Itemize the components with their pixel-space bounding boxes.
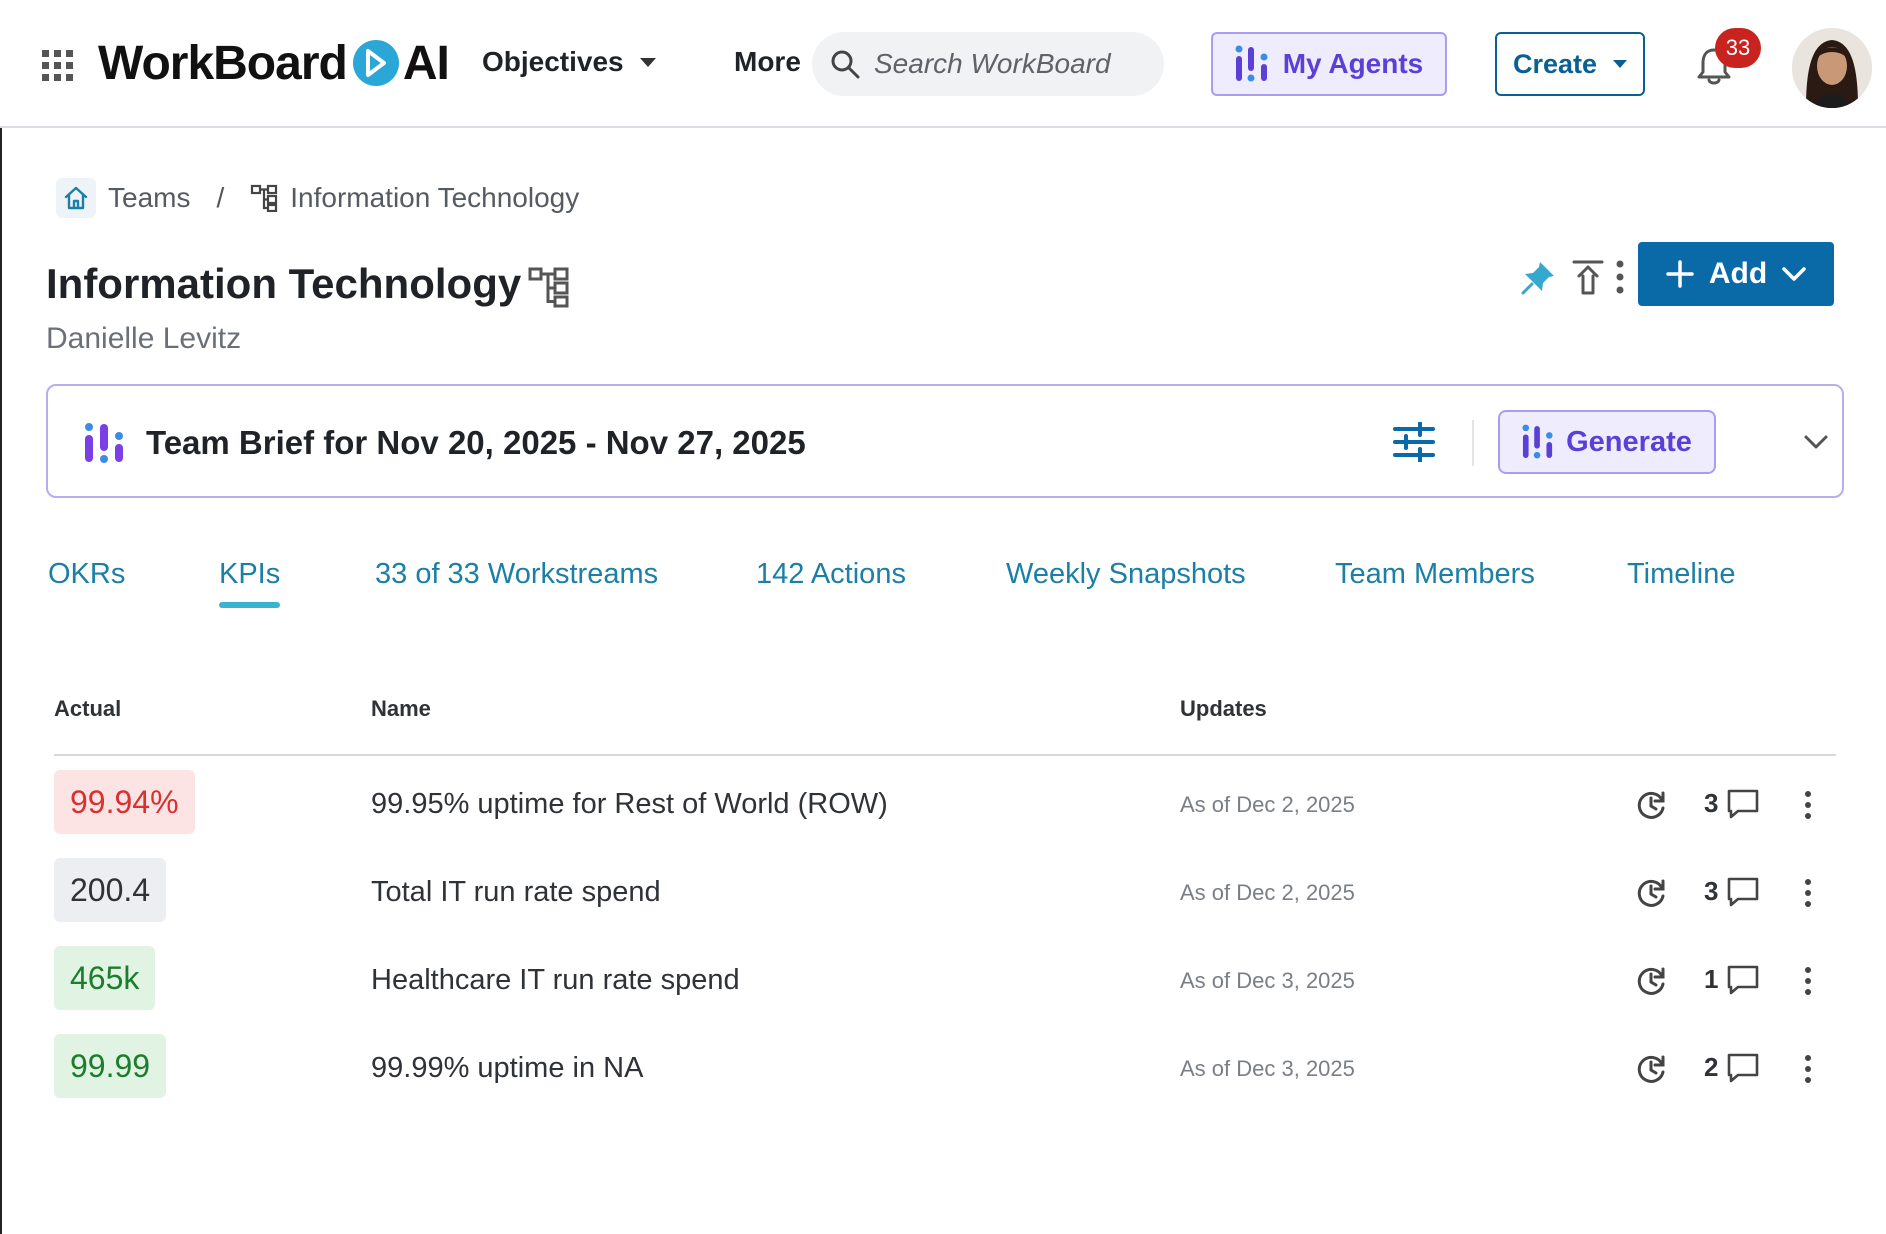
breadcrumb-current: Information Technology: [290, 182, 580, 213]
kpi-comment-count: 2: [1704, 1052, 1719, 1082]
generate-label: Generate: [1566, 425, 1692, 458]
logo-brand-text: WorkBoard: [98, 36, 348, 90]
caret-down-icon: [1613, 60, 1628, 68]
workboard-logo[interactable]: WorkBoard AI: [98, 34, 450, 92]
kpi-updated-date: As of Dec 2, 2025: [1180, 792, 1355, 817]
column-header-actual[interactable]: Actual: [54, 696, 121, 722]
kpi-updated-date: As of Dec 3, 2025: [1180, 1056, 1355, 1081]
chevron-down-icon[interactable]: [1802, 428, 1830, 456]
kpi-name[interactable]: 99.95% uptime for Rest of World (ROW): [371, 788, 888, 821]
row-more-options-icon[interactable]: [1800, 874, 1816, 912]
breadcrumb-separator: /: [216, 182, 225, 213]
kpi-row: 465k Healthcare IT run rate spend As of …: [54, 932, 1836, 1020]
org-tree-icon: [251, 184, 278, 212]
pin-icon[interactable]: [1518, 258, 1558, 298]
agent-bars-icon: [1235, 45, 1268, 82]
avatar-portrait-icon: [1792, 28, 1872, 108]
plus-icon: [1666, 260, 1694, 288]
tab-kpis[interactable]: KPIs: [219, 558, 281, 608]
upload-icon[interactable]: [1570, 258, 1606, 296]
kpi-name[interactable]: Healthcare IT run rate spend: [371, 964, 740, 997]
team-brief-title: Team Brief for Nov 20, 2025 - Nov 27, 20…: [146, 424, 806, 461]
kpi-comment-count: 3: [1704, 788, 1719, 818]
tab-timeline[interactable]: Timeline: [1627, 558, 1736, 591]
kpi-actual-value[interactable]: 99.99: [54, 1034, 167, 1098]
comment-icon[interactable]: [1726, 964, 1760, 996]
org-chart-icon[interactable]: [528, 266, 570, 308]
tab-weekly-snapshots[interactable]: Weekly Snapshots: [1006, 558, 1246, 591]
kpi-actual-value[interactable]: 465k: [54, 946, 156, 1010]
kpi-updated-date: As of Dec 2, 2025: [1180, 880, 1355, 905]
history-icon[interactable]: [1634, 964, 1668, 998]
kpi-row: 99.99 99.99% uptime in NA As of Dec 3, 2…: [54, 1020, 1836, 1108]
brief-divider: [1472, 420, 1474, 466]
comment-icon[interactable]: [1726, 788, 1760, 820]
create-label: Create: [1512, 48, 1598, 79]
app-grid-icon[interactable]: [42, 50, 74, 82]
team-brief-panel: Team Brief for Nov 20, 2025 - Nov 27, 20…: [46, 384, 1844, 498]
tab-workstreams[interactable]: 33 of 33 Workstreams: [375, 558, 658, 591]
kpi-updated-date: As of Dec 3, 2025: [1180, 968, 1355, 993]
generate-button[interactable]: Generate: [1498, 410, 1716, 474]
user-avatar[interactable]: [1792, 28, 1872, 108]
more-options-icon[interactable]: [1612, 258, 1628, 296]
row-more-options-icon[interactable]: [1800, 1050, 1816, 1088]
notification-count-badge: 33: [1715, 28, 1761, 68]
logo-ai-text: AI: [402, 36, 450, 90]
top-navigation-bar: WorkBoard AI Objectives More My Agents C…: [0, 0, 1886, 128]
history-icon[interactable]: [1634, 1052, 1668, 1086]
tab-okrs[interactable]: OKRs: [48, 558, 125, 591]
kpi-row: 200.4 Total IT run rate spend As of Dec …: [54, 844, 1836, 932]
kpi-name[interactable]: 99.99% uptime in NA: [371, 1052, 643, 1085]
kpi-comment-count: 3: [1704, 876, 1719, 906]
column-header-updates[interactable]: Updates: [1180, 696, 1267, 722]
kpi-actual-value[interactable]: 99.94%: [54, 770, 195, 834]
column-header-name[interactable]: Name: [371, 696, 431, 722]
agent-bars-icon: [85, 423, 123, 463]
kpi-row: 99.94% 99.95% uptime for Rest of World (…: [54, 756, 1836, 844]
history-icon[interactable]: [1634, 876, 1668, 910]
tab-actions[interactable]: 142 Actions: [756, 558, 906, 591]
row-more-options-icon[interactable]: [1800, 962, 1816, 1000]
team-owner-name: Danielle Levitz: [46, 322, 242, 355]
page-title: Information Technology: [46, 260, 522, 307]
my-agents-button[interactable]: My Agents: [1211, 32, 1447, 96]
search-icon: [831, 50, 860, 79]
kpi-name[interactable]: Total IT run rate spend: [371, 876, 661, 909]
home-icon: [64, 186, 88, 210]
create-button[interactable]: Create: [1495, 32, 1645, 96]
search-input[interactable]: [874, 48, 1144, 80]
row-more-options-icon[interactable]: [1800, 786, 1816, 824]
sliders-icon[interactable]: [1392, 422, 1436, 462]
nav-more-menu[interactable]: More: [734, 46, 801, 78]
tab-team-members[interactable]: Team Members: [1335, 558, 1535, 591]
my-agents-label: My Agents: [1282, 48, 1424, 79]
add-button[interactable]: Add: [1638, 242, 1834, 306]
agent-bars-icon: [1522, 424, 1553, 459]
caret-down-icon: [639, 57, 656, 67]
chevron-down-icon: [1782, 267, 1806, 281]
kpi-comment-count: 1: [1704, 964, 1719, 994]
comment-icon[interactable]: [1726, 1052, 1760, 1084]
breadcrumb: Teams / Information Technology: [56, 178, 579, 218]
home-button[interactable]: [56, 178, 96, 218]
add-label: Add: [1708, 257, 1768, 290]
breadcrumb-teams-link[interactable]: Teams: [108, 182, 190, 214]
logo-mark-icon: [352, 40, 399, 86]
comment-icon[interactable]: [1726, 876, 1760, 908]
nav-objectives-label: Objectives: [482, 46, 624, 77]
kpi-actual-value[interactable]: 200.4: [54, 858, 167, 922]
search-box[interactable]: [812, 32, 1164, 96]
history-icon[interactable]: [1634, 788, 1668, 822]
team-tabs: OKRs KPIs 33 of 33 Workstreams 142 Actio…: [0, 558, 1886, 618]
nav-objectives-menu[interactable]: Objectives: [482, 46, 656, 78]
